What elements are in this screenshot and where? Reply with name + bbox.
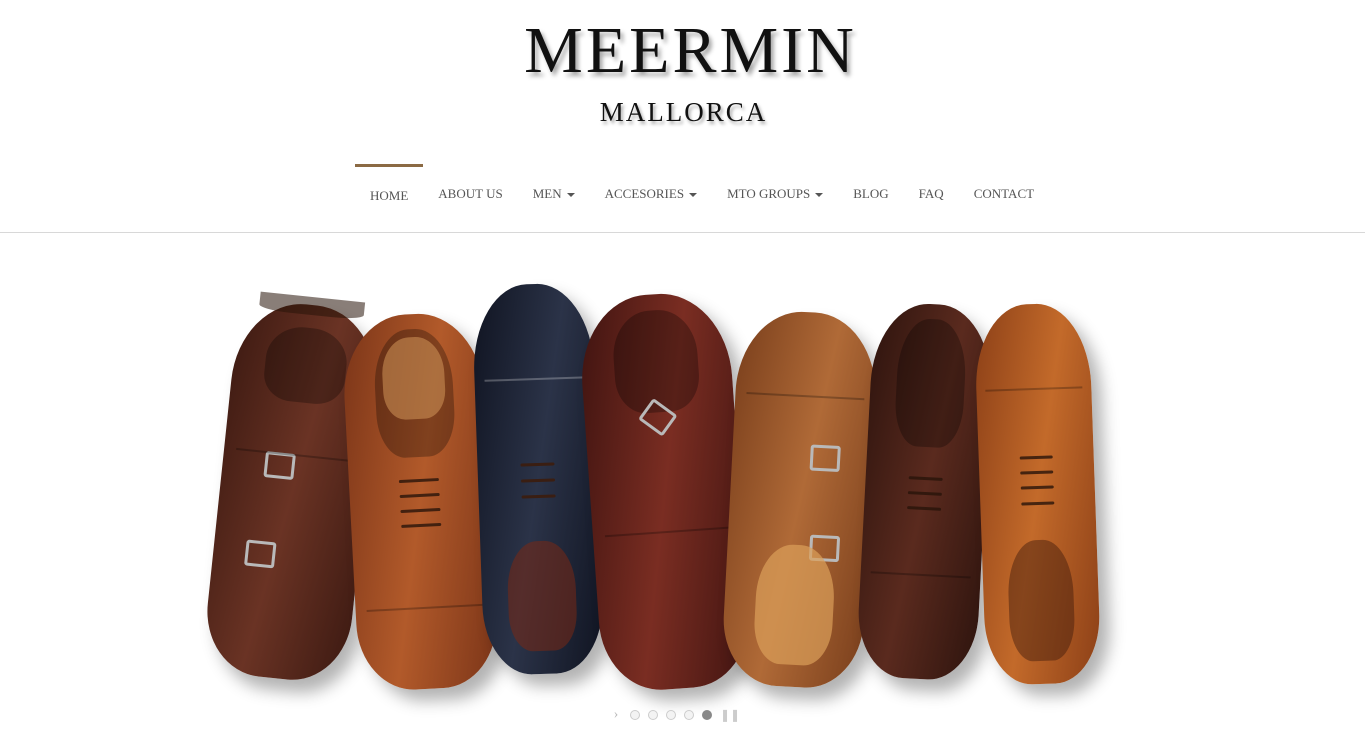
site-logo[interactable]: MEERMIN MALLORCA — [0, 14, 1365, 128]
nav-item-contact[interactable]: CONTACT — [959, 164, 1049, 224]
shoe-heel — [259, 291, 365, 321]
shoe-seam — [604, 526, 731, 538]
nav-item-home[interactable]: HOME — [355, 164, 424, 224]
nav-label: HOME — [370, 187, 409, 203]
shoe-lace — [908, 490, 942, 496]
nav-item-accesories[interactable]: ACCESORIES — [590, 164, 712, 224]
shoe-opening — [261, 323, 351, 407]
shoe-seam — [746, 391, 865, 400]
caret-down-icon — [815, 192, 824, 197]
shoe-brogue-cognac — [973, 302, 1102, 686]
hero-image-shoes — [200, 274, 1120, 704]
nav-label: CONTACT — [973, 186, 1035, 201]
pause-icon[interactable]: ❚❚ — [720, 708, 740, 723]
nav-label: ABOUT US — [438, 186, 503, 201]
shoe-seam — [235, 447, 357, 463]
nav-item-mto-groups[interactable]: MTO GROUPS — [712, 164, 838, 224]
slider-dot-2[interactable] — [648, 710, 658, 720]
slider-dot-1[interactable] — [630, 710, 640, 720]
caret-down-icon — [566, 192, 575, 197]
shoe-opening — [506, 540, 578, 652]
slider-dot-4[interactable] — [684, 710, 694, 720]
nav-item-faq[interactable]: FAQ — [904, 164, 959, 224]
shoe-lace — [1021, 485, 1054, 490]
shoe-lace — [401, 522, 441, 528]
buckle-icon — [244, 539, 277, 569]
shoe-lace — [1020, 470, 1053, 475]
shoe-lace — [520, 462, 555, 467]
shoe-seam — [985, 385, 1083, 392]
shoe-lace — [399, 478, 439, 484]
buckle-icon — [809, 444, 841, 473]
slider-dot-3[interactable] — [666, 710, 676, 720]
slider-pager: › ❚❚ — [610, 707, 740, 723]
shoe-lace — [1021, 501, 1054, 506]
nav-label: ACCESORIES — [604, 186, 685, 201]
hero-slider: › ❚❚ — [0, 234, 1365, 752]
nav-item-about-us[interactable]: ABOUT US — [423, 164, 517, 224]
chevron-right-icon[interactable]: › — [610, 707, 622, 723]
shoe-lace — [400, 507, 441, 514]
nav-item-men[interactable]: MEN — [518, 164, 590, 224]
shoe-lace — [521, 478, 555, 483]
shoe-brogue-navy — [471, 282, 605, 676]
site-header: MEERMIN MALLORCA HOME ABOUT US MEN ACCES… — [0, 0, 1365, 233]
logo-location: MALLORCA — [599, 97, 768, 127]
shoe-lace — [907, 505, 941, 511]
nav-item-blog[interactable]: BLOG — [838, 164, 903, 224]
shoe-lace — [521, 493, 556, 499]
shoe-lace — [908, 475, 943, 481]
shoe-lace — [1020, 455, 1053, 460]
shoe-opening — [1006, 538, 1076, 663]
shoe-derby-dark-brown — [855, 301, 995, 682]
shoe-suede-double-monk — [720, 308, 880, 691]
nav-label: FAQ — [918, 186, 944, 201]
shoe-lace — [400, 492, 440, 499]
nav-label: MTO GROUPS — [727, 186, 811, 201]
shoe-seam — [870, 571, 972, 579]
shoe-seam — [484, 375, 585, 382]
shoe-seam — [366, 603, 485, 612]
logo-brand-name: MEERMIN — [524, 14, 857, 87]
caret-down-icon — [689, 192, 698, 197]
nav-label: MEN — [532, 186, 562, 201]
shoe-opening — [893, 317, 968, 449]
shoe-opening — [752, 542, 837, 667]
main-nav: HOME ABOUT US MEN ACCESORIES MTO GROUPS … — [355, 164, 1049, 224]
header-divider — [0, 232, 1365, 233]
nav-label: BLOG — [853, 186, 889, 201]
slider-dot-5[interactable] — [702, 710, 712, 720]
